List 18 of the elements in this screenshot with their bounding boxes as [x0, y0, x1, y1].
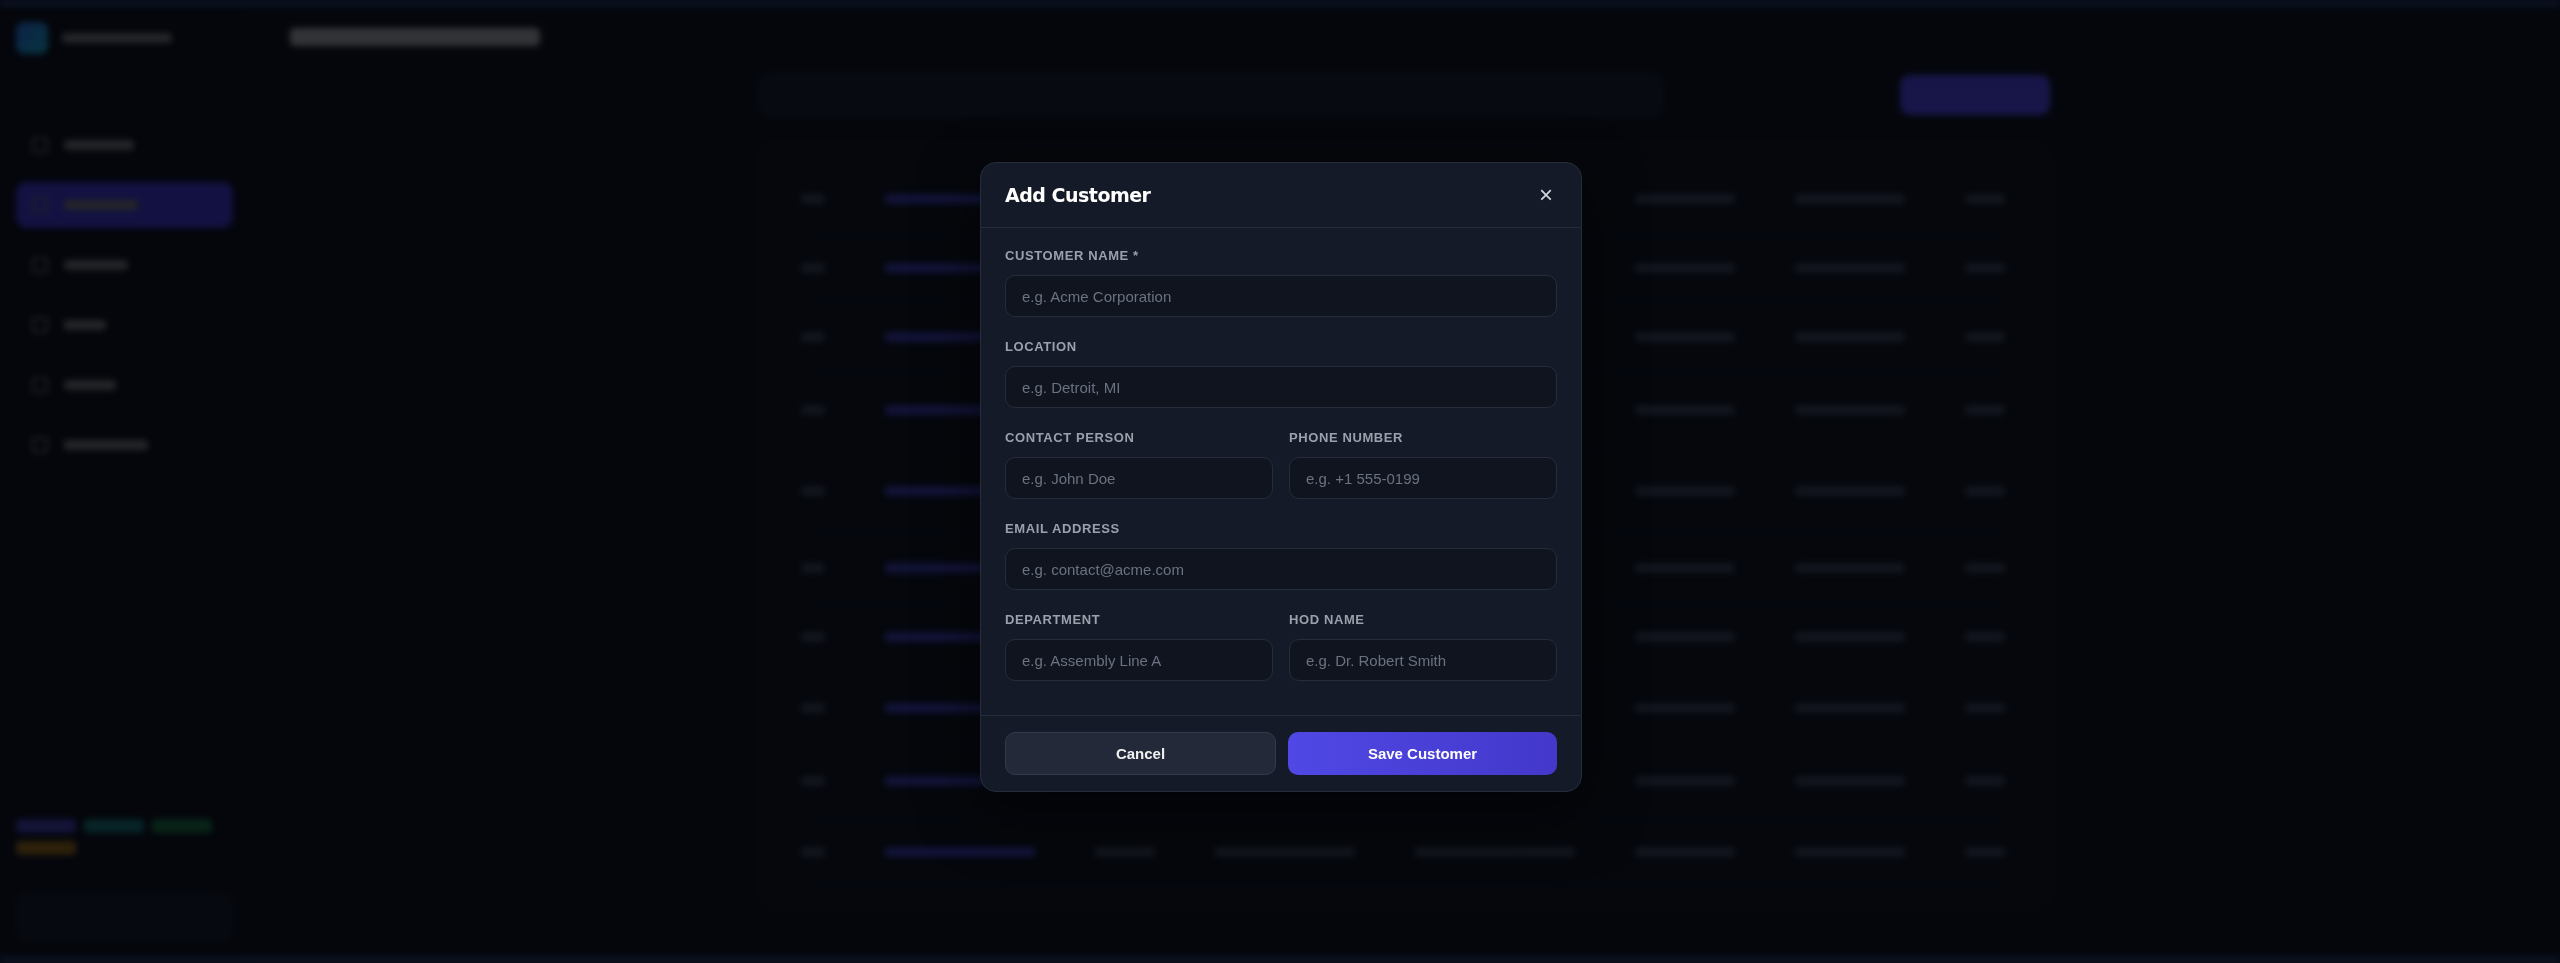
input-field[interactable]: e.g. Acme Corporation — [1005, 275, 1557, 317]
close-button[interactable]: × — [1535, 183, 1557, 207]
field-label: EMAIL ADDRESS — [1005, 521, 1121, 536]
input-field[interactable]: e.g. Assembly Line A — [1005, 639, 1273, 681]
field-label: CONTACT PERSON — [1005, 430, 1136, 445]
field-label: LOCATION — [1005, 339, 1078, 354]
field-label: CUSTOMER NAME * — [1005, 248, 1140, 263]
input-field[interactable]: e.g. contact@acme.com — [1005, 548, 1557, 590]
input-field[interactable]: e.g. +1 555-0199 — [1289, 457, 1557, 499]
cancel-button[interactable]: Cancel — [1005, 732, 1276, 775]
field-label: DEPARTMENT — [1005, 612, 1102, 627]
input-field[interactable]: e.g. John Doe — [1005, 457, 1273, 499]
input-field[interactable]: e.g. Detroit, MI — [1005, 366, 1557, 408]
input-field[interactable]: e.g. Dr. Robert Smith — [1289, 639, 1557, 681]
field-label: PHONE NUMBER — [1289, 430, 1405, 445]
save-button[interactable]: Save Customer — [1288, 732, 1557, 775]
field-label: HOD NAME — [1289, 612, 1366, 627]
dialog-title: Add Customer — [1005, 184, 1151, 206]
